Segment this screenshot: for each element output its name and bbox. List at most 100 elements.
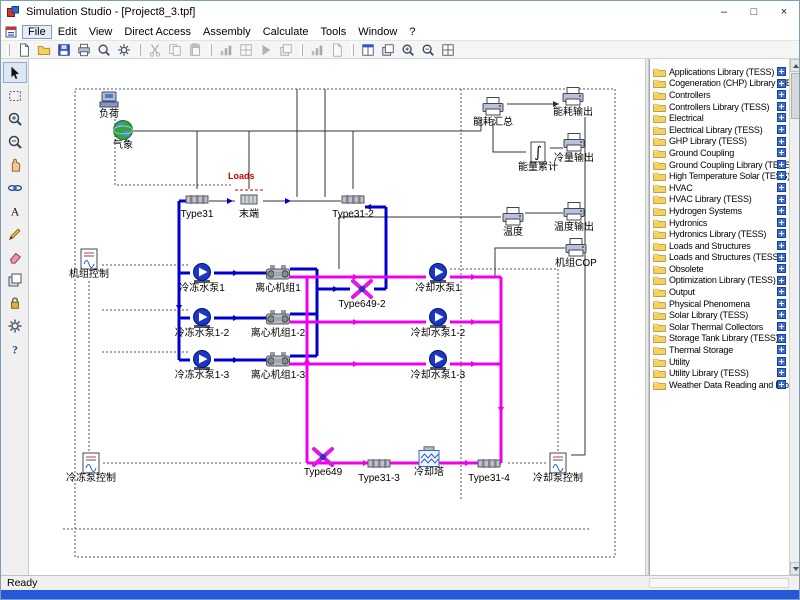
palette-item-weather-data-reading-and-process[interactable]: Weather Data Reading and Process — [650, 379, 789, 391]
options-button[interactable] — [3, 315, 27, 336]
maximize-button[interactable]: □ — [739, 1, 769, 23]
menu-assembly[interactable]: Assembly — [197, 25, 257, 39]
direct-access-icon[interactable] — [777, 195, 786, 204]
component-load[interactable]: 负荷 — [96, 88, 122, 110]
palette-item-electrical[interactable]: Electrical — [650, 112, 789, 124]
palette-item-solar-thermal-collectors[interactable]: Solar Thermal Collectors — [650, 321, 789, 333]
direct-access-icon[interactable] — [777, 137, 786, 146]
palette-item-hydrogen-systems[interactable]: Hydrogen Systems — [650, 205, 789, 217]
direct-access-icon[interactable] — [777, 125, 786, 134]
palette-item-loads-and-structures[interactable]: Loads and Structures — [650, 240, 789, 252]
lock-button[interactable] — [3, 292, 27, 313]
scroll-down-button[interactable] — [790, 562, 800, 575]
mdi-child-icon[interactable] — [5, 26, 18, 38]
direct-access-icon[interactable] — [777, 229, 786, 238]
component-chw-pump-control[interactable]: 冷冻泵控制 — [78, 452, 104, 474]
palette-item-hvac-library-tess[interactable]: HVAC Library (TESS) — [650, 194, 789, 206]
direct-access-icon[interactable] — [777, 241, 786, 250]
palette-item-obsolete[interactable]: Obsolete — [650, 263, 789, 275]
palette-item-optimization-library-tess[interactable]: Optimization Library (TESS) — [650, 275, 789, 287]
component-type649[interactable]: Type649 — [310, 446, 336, 468]
zoom-in-button[interactable] — [3, 108, 27, 129]
menu-view[interactable]: View — [83, 25, 119, 39]
component-cw-pump-2[interactable]: 冷却水泵1-2 — [425, 307, 451, 329]
direct-access-icon[interactable] — [777, 218, 786, 227]
palette-item-storage-tank-library-tess[interactable]: Storage Tank Library (TESS) — [650, 333, 789, 345]
component-cw-pump-3[interactable]: 冷却水泵1-3 — [425, 349, 451, 371]
component-cooling-tower[interactable]: 冷却塔 — [416, 446, 442, 468]
pan-button[interactable] — [3, 154, 27, 175]
direct-access-icon[interactable] — [777, 102, 786, 111]
open-button[interactable] — [34, 42, 54, 58]
zoom-out-button[interactable] — [418, 42, 438, 58]
direct-access-icon[interactable] — [777, 357, 786, 366]
component-chiller-3[interactable]: 离心机组1-3 — [265, 349, 291, 371]
direct-access-icon[interactable] — [777, 299, 786, 308]
component-weather[interactable]: 气象 — [110, 119, 136, 141]
plot-button[interactable] — [307, 42, 327, 58]
menu-window[interactable]: Window — [352, 25, 403, 39]
component-cw-pump-1[interactable]: 冷却水泵1 — [425, 262, 451, 284]
menu-calculate[interactable]: Calculate — [257, 25, 315, 39]
direct-access-icon[interactable] — [777, 160, 786, 169]
new-button[interactable] — [14, 42, 34, 58]
direct-access-icon[interactable] — [777, 276, 786, 285]
diagram-canvas[interactable]: 负荷气象Type31末端Type31-2能耗汇总能耗输出∫能量累计冷量输出温度温… — [29, 59, 645, 575]
component-cw-pump-control[interactable]: 冷却泵控制 — [545, 452, 571, 474]
menu-direct-access[interactable]: Direct Access — [118, 25, 197, 39]
text-button[interactable]: A — [3, 200, 27, 221]
direct-access-icon[interactable] — [777, 79, 786, 88]
palette-item-controllers-library-tess[interactable]: Controllers Library (TESS) — [650, 101, 789, 113]
palette-item-physical-phenomena[interactable]: Physical Phenomena — [650, 298, 789, 310]
link-button[interactable] — [3, 177, 27, 198]
scroll-up-button[interactable] — [790, 59, 800, 72]
copy-button[interactable] — [165, 42, 185, 58]
palette-item-hvac[interactable]: HVAC — [650, 182, 789, 194]
palette-item-thermal-storage[interactable]: Thermal Storage — [650, 344, 789, 356]
minimize-button[interactable]: – — [709, 1, 739, 23]
component-chiller-2[interactable]: 离心机组1-2 — [265, 307, 291, 329]
direct-access-icon[interactable] — [777, 334, 786, 343]
palette-scrollbar[interactable] — [789, 59, 800, 575]
palette-item-ground-coupling-library-tess[interactable]: Ground Coupling Library (TESS) — [650, 159, 789, 171]
direct-access-icon[interactable] — [777, 67, 786, 76]
menu-item[interactable]: ? — [403, 25, 421, 39]
tile-windows-button[interactable] — [358, 42, 378, 58]
component-type31[interactable]: Type31 — [184, 188, 210, 210]
component-chw-pump-1[interactable]: 冷冻水泵1 — [189, 262, 215, 284]
component-chw-pump-3[interactable]: 冷冻水泵1-3 — [189, 349, 215, 371]
direct-access-icon[interactable] — [777, 322, 786, 331]
palette-item-cogeneration-chp-library-tess[interactable]: Cogeneration (CHP) Library (TESS) — [650, 78, 789, 90]
palette-item-utility-library-tess[interactable]: Utility Library (TESS) — [650, 367, 789, 379]
stop-button[interactable] — [276, 42, 296, 58]
menu-file[interactable]: File — [22, 25, 52, 39]
direct-access-icon[interactable] — [777, 171, 786, 180]
component-chw-pump-2[interactable]: 冷冻水泵1-2 — [189, 307, 215, 329]
component-cooling-output[interactable]: 冷量输出 — [561, 132, 587, 154]
menu-edit[interactable]: Edit — [52, 25, 83, 39]
palette-item-ghp-library-tess[interactable]: GHP Library (TESS) — [650, 136, 789, 148]
component-moduan[interactable]: 末端 — [236, 188, 262, 210]
component-type31-2[interactable]: Type31-2 — [340, 188, 366, 210]
palette-item-utility[interactable]: Utility — [650, 356, 789, 368]
palette-item-ground-coupling[interactable]: Ground Coupling — [650, 147, 789, 159]
palette-item-hydronics-library-tess[interactable]: Hydronics Library (TESS) — [650, 228, 789, 240]
direct-access-icon[interactable] — [777, 206, 786, 215]
direct-access-icon[interactable] — [777, 253, 786, 262]
print-button[interactable] — [74, 42, 94, 58]
component-type649-2[interactable]: Type649-2 — [349, 278, 375, 300]
palette-item-loads-and-structures-tess[interactable]: Loads and Structures (TESS) — [650, 252, 789, 264]
component-chiller-1[interactable]: 离心机组1 — [265, 262, 291, 284]
cascade-windows-button[interactable] — [378, 42, 398, 58]
trace-button[interactable] — [236, 42, 256, 58]
component-temperature[interactable]: 温度 — [500, 206, 526, 228]
palette-item-electrical-library-tess[interactable]: Electrical Library (TESS) — [650, 124, 789, 136]
component-unit-control[interactable]: 机组控制 — [76, 248, 102, 270]
close-button[interactable]: × — [769, 1, 799, 23]
settings-button[interactable] — [114, 42, 134, 58]
scroll-thumb[interactable] — [791, 73, 800, 119]
direct-access-icon[interactable] — [777, 113, 786, 122]
direct-access-icon[interactable] — [777, 368, 786, 377]
fit-view-button[interactable] — [438, 42, 458, 58]
component-unit-cop[interactable]: 机组COP — [563, 237, 589, 259]
